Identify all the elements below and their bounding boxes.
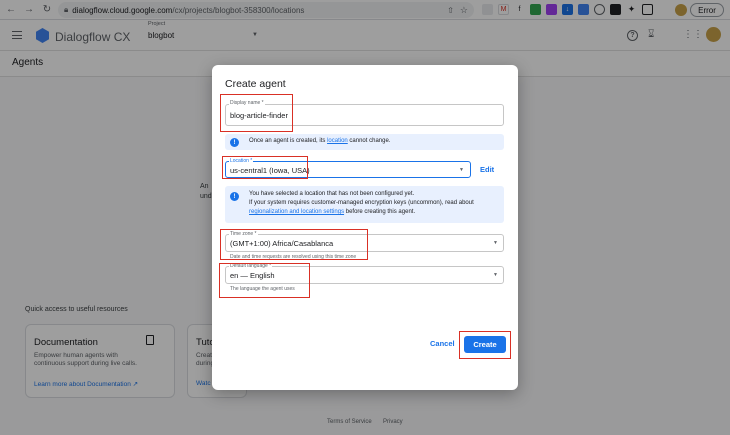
cancel-button[interactable]: Cancel: [430, 339, 455, 348]
dialog-title: Create agent: [225, 78, 286, 90]
info-icon: !: [230, 138, 239, 147]
annotation-display-name: [220, 94, 293, 132]
chevron-down-icon: ▼: [493, 240, 498, 246]
location-info-text: Once an agent is created, its location c…: [249, 138, 391, 144]
annotation-location: [222, 156, 308, 179]
location-link[interactable]: location: [327, 138, 348, 144]
info-icon: !: [230, 192, 239, 201]
annotation-default-language: [219, 263, 310, 298]
encryption-info-text: You have selected a location that has no…: [249, 191, 474, 215]
regionalization-link[interactable]: regionalization and location settings: [249, 209, 344, 215]
chevron-down-icon: ▼: [459, 167, 464, 173]
location-edit-button[interactable]: Edit: [480, 165, 494, 174]
annotation-create-button: [459, 331, 511, 359]
chevron-down-icon: ▼: [493, 272, 498, 278]
annotation-time-zone: [220, 229, 368, 260]
